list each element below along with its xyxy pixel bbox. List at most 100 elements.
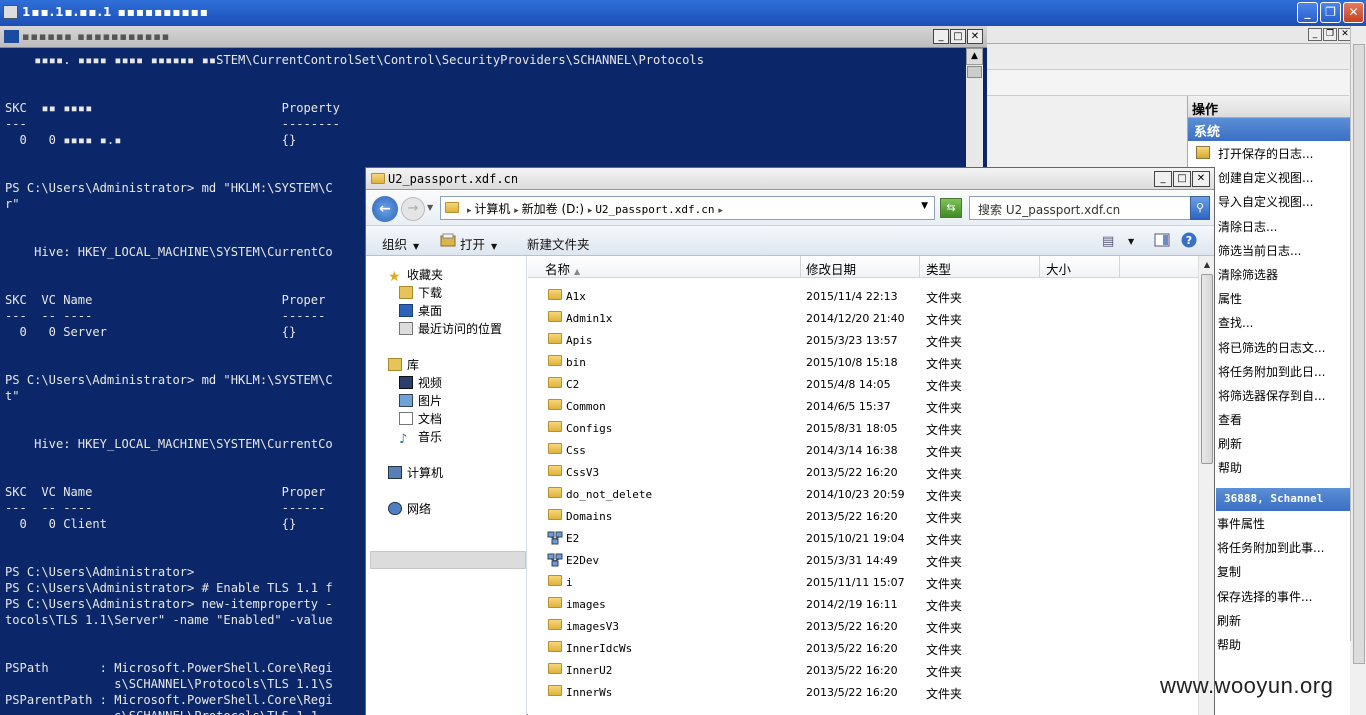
minimize-button[interactable]: _: [1297, 2, 1318, 23]
event-action-item[interactable]: 将任务附加到此事...: [1216, 535, 1350, 559]
file-row[interactable]: i 2015/11/11 15:07 文件夹: [528, 571, 1198, 593]
file-row[interactable]: A1x 2015/11/4 22:13 文件夹: [528, 285, 1198, 307]
search-icon[interactable]: ⚲: [1190, 196, 1210, 220]
action-item[interactable]: 打开保存的日志...: [1188, 141, 1350, 165]
nav-music[interactable]: ♪ 音乐: [399, 428, 442, 447]
address-dropdown-icon[interactable]: ▼: [921, 201, 928, 211]
maximize-button[interactable]: □: [1173, 171, 1191, 187]
nav-library[interactable]: 库: [388, 356, 419, 373]
file-row[interactable]: E2 2015/10/21 19:04 文件夹: [528, 527, 1198, 549]
nav-desktop[interactable]: 桌面: [399, 302, 442, 319]
file-type: 文件夹: [926, 445, 963, 459]
actions-header: 操作: [1188, 96, 1350, 118]
nav-documents[interactable]: 文档: [399, 410, 442, 427]
event-action-item[interactable]: 帮助: [1216, 632, 1350, 656]
close-button[interactable]: ✕: [1192, 171, 1210, 187]
watermark: www.wooyun.org: [1160, 673, 1334, 698]
file-row[interactable]: Admin1x 2014/12/20 21:40 文件夹: [528, 307, 1198, 329]
file-row[interactable]: Domains 2013/5/22 16:20 文件夹: [528, 505, 1198, 527]
file-row[interactable]: InnerIdcWs 2013/5/22 16:20 文件夹: [528, 637, 1198, 659]
restore-button[interactable]: ❐: [1323, 28, 1337, 41]
back-button[interactable]: ←: [372, 196, 398, 222]
file-type: 文件夹: [926, 313, 963, 327]
search-input[interactable]: 搜索 U2_passport.xdf.cn: [969, 196, 1191, 220]
column-name[interactable]: 名称 ▲: [545, 259, 580, 278]
refresh-button[interactable]: ⇆: [940, 198, 962, 218]
column-header: 名称 ▲ 修改日期 类型 大小: [528, 256, 1198, 278]
file-name: Apis: [566, 334, 593, 347]
column-type[interactable]: 类型: [926, 259, 951, 278]
close-button[interactable]: ✕: [1343, 2, 1364, 23]
minimize-button[interactable]: _: [933, 29, 949, 44]
nav-videos[interactable]: 视频: [399, 374, 442, 391]
forward-button[interactable]: →: [401, 197, 425, 221]
file-row[interactable]: bin 2015/10/8 15:18 文件夹: [528, 351, 1198, 373]
nav-network[interactable]: 网络: [388, 500, 431, 517]
restore-button[interactable]: ❐: [1320, 2, 1341, 23]
organize-button[interactable]: 组织 ▼: [382, 234, 419, 253]
actions-section-system[interactable]: 系统: [1188, 118, 1350, 141]
breadcrumb-computer[interactable]: 计算机: [474, 202, 510, 216]
maximize-button[interactable]: □: [950, 29, 966, 44]
nav-recent[interactable]: 最近访问的位置: [399, 320, 502, 337]
history-dropdown-icon[interactable]: ▼: [427, 203, 433, 212]
file-list-scrollbar[interactable]: ▲: [1198, 256, 1214, 715]
column-size[interactable]: 大小: [1046, 259, 1071, 278]
file-name: A1x: [566, 290, 586, 303]
file-row[interactable]: Common 2014/6/5 15:37 文件夹: [528, 395, 1198, 417]
scroll-up-icon[interactable]: ▲: [966, 48, 983, 65]
file-row[interactable]: Css 2014/3/14 16:38 文件夹: [528, 439, 1198, 461]
file-row[interactable]: CssV3 2013/5/22 16:20 文件夹: [528, 461, 1198, 483]
folder-icon: [548, 685, 562, 696]
nav-computer[interactable]: 计算机: [388, 464, 443, 481]
minimize-button[interactable]: _: [1308, 28, 1322, 41]
file-row[interactable]: do_not_delete 2014/10/23 20:59 文件夹: [528, 483, 1198, 505]
breadcrumb-volume[interactable]: 新加卷 (D:): [522, 202, 584, 216]
open-icon: [440, 233, 456, 247]
minimize-button[interactable]: _: [1154, 171, 1172, 187]
preview-pane-icon[interactable]: [1154, 233, 1170, 247]
file-type: 文件夹: [926, 665, 963, 679]
event-action-item[interactable]: 保存选择的事件...: [1216, 584, 1350, 608]
document-icon: [399, 412, 413, 425]
explorer-titlebar: U2_passport.xdf.cn _ □ ✕: [366, 168, 1214, 190]
console-line: --- --------: [5, 117, 340, 131]
nav-downloads[interactable]: 下载: [399, 284, 442, 301]
nav-pictures[interactable]: 图片: [399, 392, 442, 409]
actions-scrollbar[interactable]: [1350, 26, 1366, 664]
file-row[interactable]: C2 2015/4/8 14:05 文件夹: [528, 373, 1198, 395]
help-icon[interactable]: ?: [1181, 232, 1197, 248]
folder-icon: [548, 575, 562, 586]
file-date: 2015/10/21 19:04: [806, 532, 905, 545]
file-row[interactable]: images 2014/2/19 16:11 文件夹: [528, 593, 1198, 615]
actions-section-event[interactable]: 36888, Schannel: [1216, 488, 1350, 511]
open-button[interactable]: 打开 ▼: [460, 234, 497, 253]
file-row[interactable]: Configs 2015/8/31 18:05 文件夹: [528, 417, 1198, 439]
network-icon: [388, 502, 402, 515]
column-date[interactable]: 修改日期: [806, 259, 856, 278]
event-action-item[interactable]: 事件属性: [1216, 511, 1350, 535]
address-row: ← → ▼ ▸ 计算机 ▸ 新加卷 (D:) ▸ U2_passport.xdf…: [366, 190, 1214, 226]
new-folder-button[interactable]: 新建文件夹: [527, 234, 590, 253]
file-row[interactable]: Apis 2015/3/23 13:57 文件夹: [528, 329, 1198, 351]
folder-icon: [548, 509, 562, 520]
scroll-up-icon[interactable]: ▲: [1199, 256, 1215, 273]
event-action-item[interactable]: 复制: [1216, 559, 1350, 583]
file-list: 名称 ▲ 修改日期 类型 大小 A1x 2015/11/4 22:13 文件夹 Adm…: [528, 256, 1198, 715]
breadcrumb-folder[interactable]: U2_passport.xdf.cn: [595, 203, 714, 216]
file-type: 文件夹: [926, 401, 963, 415]
close-button[interactable]: ✕: [967, 29, 983, 44]
file-row[interactable]: imagesV3 2013/5/22 16:20 文件夹: [528, 615, 1198, 637]
file-row[interactable]: E2Dev 2015/3/31 14:49 文件夹: [528, 549, 1198, 571]
explorer-window: U2_passport.xdf.cn _ □ ✕ ← → ▼ ▸ 计算机 ▸ 新…: [365, 167, 1215, 715]
nav-favorites[interactable]: ★ 收藏夹: [388, 266, 443, 285]
file-row[interactable]: InnerWs 2013/5/22 16:20 文件夹: [528, 681, 1198, 703]
address-bar[interactable]: ▸ 计算机 ▸ 新加卷 (D:) ▸ U2_passport.xdf.cn ▸ …: [440, 196, 935, 220]
file-name: i: [566, 576, 573, 589]
event-action-item[interactable]: 刷新: [1216, 608, 1350, 632]
view-icon[interactable]: ▤: [1102, 234, 1114, 249]
file-row[interactable]: InnerU2 2013/5/22 16:20 文件夹: [528, 659, 1198, 681]
view-dropdown-icon[interactable]: ▼: [1128, 237, 1134, 246]
file-type: 文件夹: [926, 533, 963, 547]
file-type: 文件夹: [926, 467, 963, 481]
